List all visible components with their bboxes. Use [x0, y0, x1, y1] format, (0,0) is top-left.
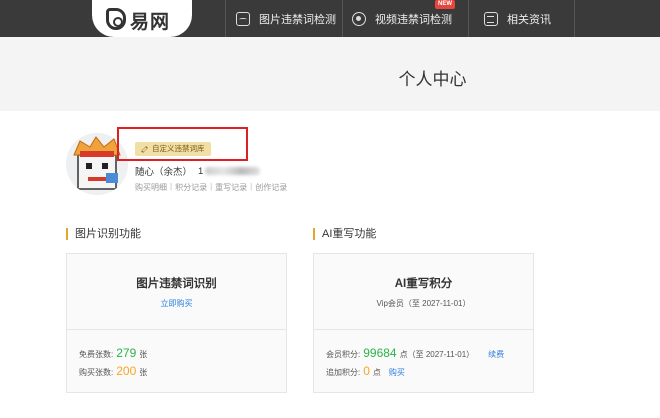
link-purchase-details[interactable]: 购买明细 [135, 182, 167, 193]
buy-points-link[interactable]: 购买 [389, 367, 405, 378]
extra-points-row: 追加积分: 0 点 购买 [326, 364, 405, 378]
card-title: AI重写积分 [394, 278, 453, 290]
member-unit: 点（至 2027-11-01） [399, 350, 475, 359]
member-value: 99684 [363, 346, 397, 360]
account-links: 购买明细 | 积分记录 | 重写记录 | 创作记录 [135, 182, 288, 193]
card-title: 图片违禁词识别 [136, 278, 217, 290]
image-scan-icon [236, 11, 250, 26]
bought-value: 200 [116, 364, 137, 378]
logo-text: 易网 [130, 12, 171, 33]
page-header: 个人中心 [0, 37, 660, 111]
member-points-row: 会员积分: 99684 点（至 2027-11-01） 续费 [326, 346, 504, 360]
nav-divider [468, 0, 469, 37]
phone-blurred [205, 167, 261, 175]
extra-label: 追加积分: [326, 368, 361, 377]
new-badge: NEW [435, 0, 455, 9]
nav-item-label: 相关资讯 [507, 13, 551, 26]
nav-divider [225, 0, 226, 37]
phone-prefix: 1 [198, 165, 204, 177]
site-logo[interactable]: 易网 [92, 0, 192, 37]
nav-divider [342, 0, 343, 37]
vip-status: Vip会员（至 2027-11-01） [376, 299, 471, 308]
link-rewrite-records[interactable]: 重写记录 [215, 182, 247, 193]
bought-unit: 张 [139, 368, 148, 377]
member-label: 会员积分: [326, 350, 361, 359]
nav-divider [574, 0, 575, 37]
card-header: 图片违禁词识别 立即购买 [67, 254, 286, 330]
image-card: 图片违禁词识别 立即购买 免费张数: 279 张 购买张数: 200 张 [66, 253, 287, 393]
extra-value: 0 [363, 364, 370, 378]
section-title-ai: AI重写功能 [313, 228, 376, 240]
top-nav: 易网 图片违禁词检测 视频违禁词检测 NEW 相关资讯 [0, 0, 660, 37]
logo-icon [106, 8, 126, 30]
section-title-image: 图片识别功能 [66, 228, 141, 240]
card-header: AI重写积分 Vip会员（至 2027-11-01） [314, 254, 533, 330]
nav-item-label: 视频违禁词检测 [375, 13, 452, 26]
link-creation-records[interactable]: 创作记录 [255, 182, 287, 193]
news-icon [484, 11, 498, 26]
nav-item-news[interactable]: 相关资讯 [484, 0, 551, 37]
free-value: 279 [116, 346, 137, 360]
nav-item-image-scan[interactable]: 图片违禁词检测 [236, 0, 336, 37]
free-unit: 张 [139, 350, 148, 359]
renew-link[interactable]: 续费 [488, 349, 504, 360]
buy-now-link[interactable]: 立即购买 [67, 298, 286, 309]
nav-item-label: 图片违禁词检测 [259, 13, 336, 26]
link-points-records[interactable]: 积分记录 [175, 182, 207, 193]
user-info: 随心（余杰） 1 [135, 164, 261, 178]
video-scan-icon [352, 11, 366, 26]
bought-label: 购买张数: [79, 368, 114, 377]
nickname: 随心（余杰） [135, 167, 193, 178]
free-count-row: 免费张数: 279 张 [79, 346, 147, 360]
ai-card: AI重写积分 Vip会员（至 2027-11-01） 会员积分: 99684 点… [313, 253, 534, 393]
page-title: 个人中心 [398, 70, 467, 89]
bought-count-row: 购买张数: 200 张 [79, 364, 147, 378]
highlight-box [117, 127, 248, 161]
extra-unit: 点 [372, 368, 381, 377]
free-label: 免费张数: [79, 350, 114, 359]
